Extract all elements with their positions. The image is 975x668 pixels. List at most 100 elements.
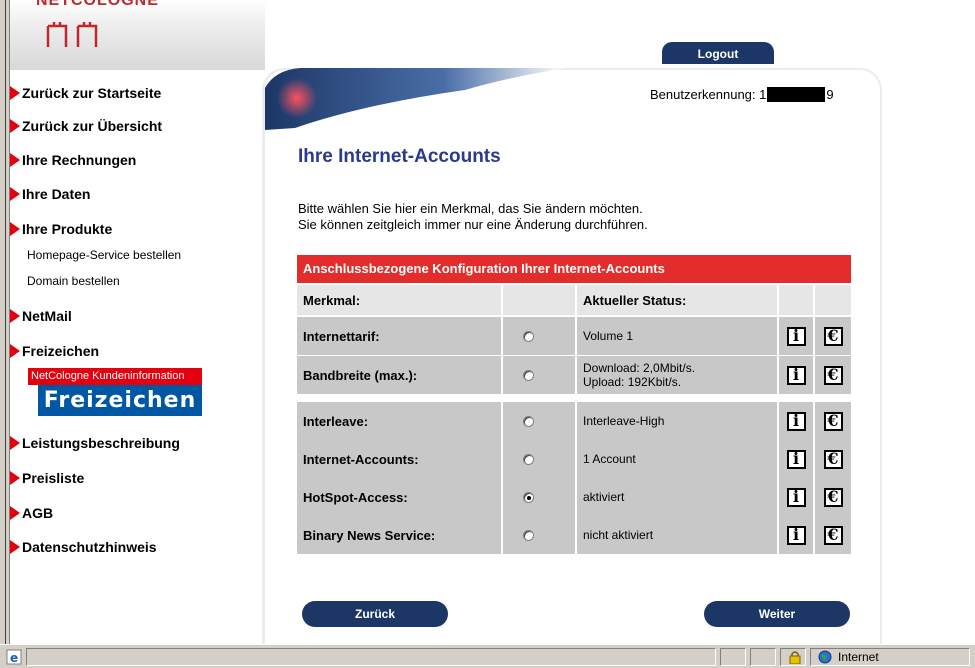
nav-produkte[interactable]: Ihre Produkte: [10, 218, 112, 240]
feature-radio[interactable]: [523, 529, 534, 541]
euro-icon[interactable]: €: [823, 487, 843, 507]
feature-label: Internet-Accounts:: [297, 440, 501, 478]
nav-sub-domain[interactable]: Domain bestellen: [27, 274, 120, 288]
info-cell: i: [779, 478, 813, 516]
status-pane-2: [750, 648, 776, 666]
ie-page-icon: e: [6, 649, 22, 665]
status-value: 1 Account: [583, 452, 636, 466]
nav-daten[interactable]: Ihre Daten: [10, 183, 90, 205]
status-value-2: Upload: 192Kbit/s.: [583, 375, 682, 389]
nav-datenschutz[interactable]: Datenschutzhinweis: [10, 536, 157, 558]
svg-text:e: e: [10, 651, 18, 665]
euro-icon[interactable]: €: [823, 411, 843, 431]
info-icon[interactable]: i: [786, 487, 806, 507]
nav-netmail[interactable]: NetMail: [10, 305, 72, 327]
status-pane-1: [720, 648, 746, 666]
info-cell: i: [779, 317, 813, 355]
feature-radio[interactable]: [523, 369, 534, 381]
arrow-right-icon: [10, 506, 20, 520]
feature-label: HotSpot-Access:: [297, 478, 501, 516]
table-row-binary-news: Binary News Service: nicht aktiviert i €: [297, 516, 851, 554]
logout-button[interactable]: Logout: [662, 42, 774, 64]
col-header-info: [779, 285, 813, 315]
table-row-internet-accounts: Internet-Accounts: 1 Account i €: [297, 440, 851, 478]
window-left-edge: [0, 0, 10, 644]
status-value: aktiviert: [583, 490, 625, 504]
select-cell: [503, 516, 575, 554]
banner-title: Freizeichen: [38, 385, 202, 416]
banner-caption: NetCologne Kundeninformation: [28, 368, 202, 385]
feature-label: Internettarif:: [297, 317, 501, 355]
redacted-id: [767, 87, 826, 102]
nav-rechnungen[interactable]: Ihre Rechnungen: [10, 149, 136, 171]
nav-sub-homepage-service[interactable]: Homepage-Service bestellen: [27, 248, 181, 262]
nav-preisliste[interactable]: Preisliste: [10, 467, 84, 489]
status-cell: Volume 1: [577, 317, 777, 355]
arrow-right-icon: [10, 222, 20, 236]
arrow-right-icon: [10, 153, 20, 167]
table-row-interleave: Interleave: Interleave-High i €: [297, 402, 851, 440]
price-cell: €: [815, 478, 851, 516]
nav-leistungsbeschreibung[interactable]: Leistungsbeschreibung: [10, 432, 180, 454]
info-cell: i: [779, 440, 813, 478]
select-cell: [503, 478, 575, 516]
arrow-right-icon: [10, 344, 20, 358]
euro-icon[interactable]: €: [823, 326, 843, 346]
euro-icon[interactable]: €: [823, 365, 843, 385]
status-bar: e Internet: [0, 644, 975, 668]
col-header-status: Aktueller Status:: [577, 285, 777, 315]
globe-icon: [818, 650, 832, 664]
info-icon[interactable]: i: [786, 411, 806, 431]
status-cell: aktiviert: [577, 478, 777, 516]
table-row-internettarif: Internettarif: Volume 1 i €: [297, 317, 851, 355]
logo-text: NETCOLOGNE: [36, 0, 159, 9]
info-icon[interactable]: i: [786, 365, 806, 385]
feature-radio[interactable]: [523, 330, 534, 342]
euro-icon[interactable]: €: [823, 449, 843, 469]
info-icon[interactable]: i: [786, 326, 806, 346]
info-icon[interactable]: i: [786, 449, 806, 469]
feature-label: Bandbreite (max.):: [297, 356, 501, 394]
nav-startseite[interactable]: Zurück zur Startseite: [10, 82, 161, 104]
col-header-select: [503, 285, 575, 315]
intro-line-1: Bitte wählen Sie hier ein Merkmal, das S…: [298, 201, 643, 216]
arrow-right-icon: [10, 540, 20, 554]
status-text-pane: [26, 648, 716, 666]
status-cell: nicht aktiviert: [577, 516, 777, 554]
feature-radio[interactable]: [523, 453, 534, 465]
feature-radio[interactable]: [523, 415, 534, 427]
arrow-right-icon: [10, 187, 20, 201]
zone-label: Internet: [838, 650, 879, 664]
status-value: Interleave-High: [583, 414, 665, 428]
page-title: Ihre Internet-Accounts: [298, 146, 501, 167]
nav-uebersicht[interactable]: Zurück zur Übersicht: [10, 115, 162, 137]
table-body: Merkmal: Aktueller Status: Internettarif…: [297, 283, 851, 593]
freizeichen-banner[interactable]: NetCologne Kundeninformation Freizeichen: [28, 368, 202, 416]
table-caption: Anschlussbezogene Konfiguration Ihrer In…: [297, 255, 851, 283]
info-cell: i: [779, 516, 813, 554]
status-cell: Interleave-High: [577, 402, 777, 440]
price-cell: €: [815, 516, 851, 554]
col-header-feature: Merkmal:: [297, 285, 501, 315]
status-value: Download: 2,0Mbit/s.: [583, 361, 696, 375]
arrow-right-icon: [10, 436, 20, 450]
price-cell: €: [815, 440, 851, 478]
netcologne-logo-icon: [46, 22, 98, 47]
feature-label: Binary News Service:: [297, 516, 501, 554]
price-cell: €: [815, 356, 851, 394]
next-button[interactable]: Weiter: [704, 601, 850, 627]
arrow-right-icon: [10, 471, 20, 485]
back-button[interactable]: Zurück: [302, 601, 448, 627]
feature-radio[interactable]: [523, 491, 534, 503]
status-zone-pane: [810, 648, 970, 666]
col-header-price: [815, 285, 851, 315]
euro-icon[interactable]: €: [823, 525, 843, 545]
info-icon[interactable]: i: [786, 525, 806, 545]
accounts-table: Anschlussbezogene Konfiguration Ihrer In…: [297, 255, 851, 593]
price-cell: €: [815, 402, 851, 440]
table-header-row: Merkmal: Aktueller Status:: [297, 285, 851, 315]
intro-text: Bitte wählen Sie hier ein Merkmal, das S…: [298, 201, 648, 233]
nav-freizeichen[interactable]: Freizeichen: [10, 340, 99, 362]
status-value: Volume 1: [583, 329, 634, 343]
nav-agb[interactable]: AGB: [10, 502, 53, 524]
